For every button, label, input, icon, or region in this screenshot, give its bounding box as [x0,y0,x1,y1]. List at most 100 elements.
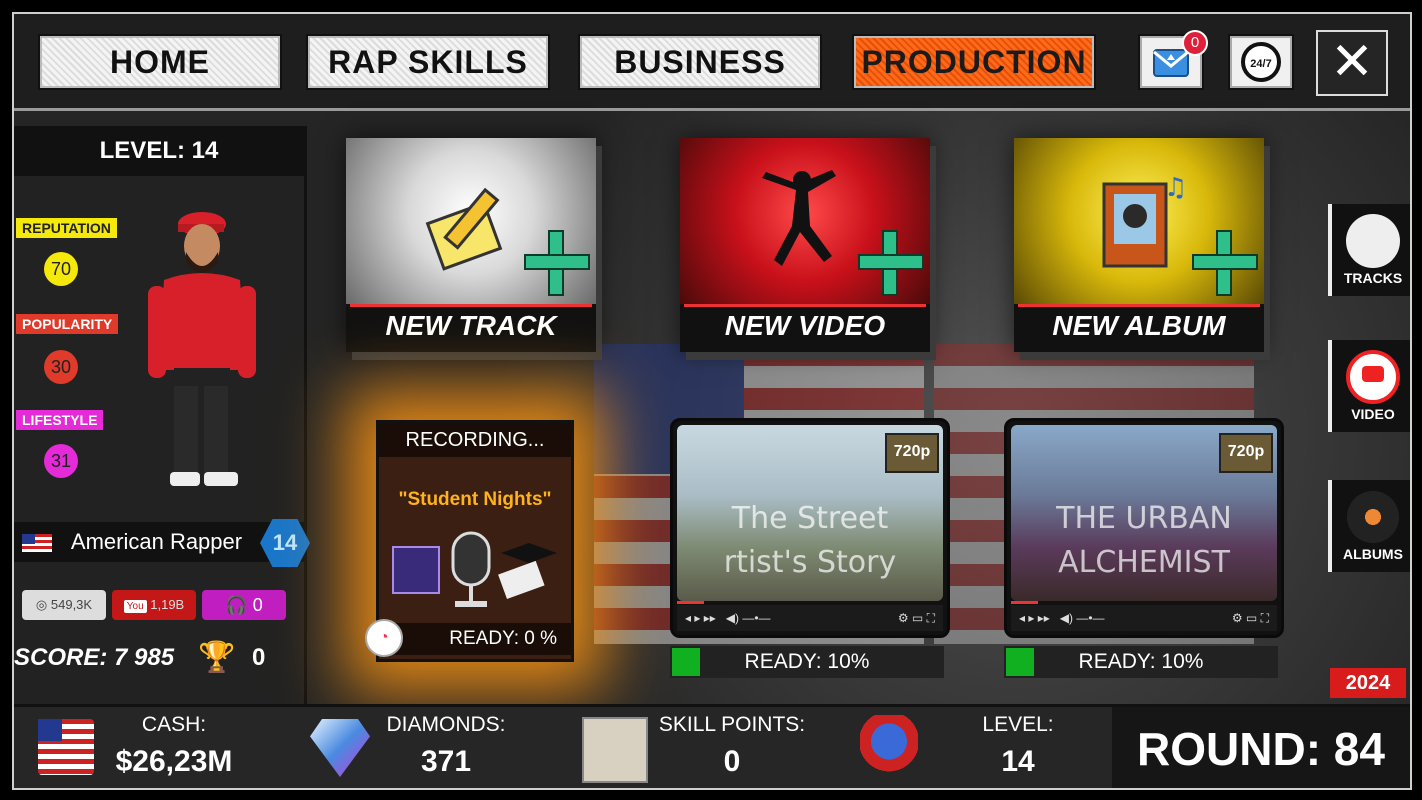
skill-points-cell: SKILL POINTS: 0 [562,707,841,788]
popularity-label: POPULARITY [16,314,119,334]
us-flag-icon [22,534,52,553]
youtube-play-icon [1346,350,1400,404]
score-text: SCORE: 7 985 [14,644,175,671]
ready-indicator [672,648,700,676]
clock-label: 24/7 [1250,58,1271,70]
video-1-title-line1: The Street [731,501,889,536]
add-icon [858,230,924,296]
mail-button[interactable]: 0 [1138,30,1208,90]
cash-cell: CASH: $26,23M [14,707,289,788]
divider [350,304,592,307]
video-1-controls[interactable]: ◂ ▸ ▸▸ ◀) —•— ⚙ ▭ ⛶ [677,605,943,631]
podcast-value: 0 [252,595,263,615]
rapper-name-bar: American Rapper [14,522,304,562]
level-cell: LEVEL: 14 [838,707,1115,788]
score-row: SCORE: 7 985 🏆 0 [14,638,304,678]
video-2-controls[interactable]: ◂ ▸ ▸▸ ◀) —•— ⚙ ▭ ⛶ [1011,605,1277,631]
popularity-value: 30 [44,350,78,384]
video-1-progress [677,601,704,604]
rap-character-icon [860,715,918,781]
video-2-title-line1: THE URBAN [1056,501,1232,536]
recording-status-icon: ◔ [365,619,403,657]
youtube-value: 1,19B [150,597,185,612]
video-2-progress [1011,601,1038,604]
round-counter: ROUND: 84 [1112,707,1410,788]
dancer-silhouette-icon [762,170,836,266]
skill-points-label: SKILL POINTS: [658,713,806,736]
video-1-settings-icon[interactable]: ⚙ ▭ ⛶ [898,605,943,631]
diamonds-value: 371 [420,745,472,778]
video-2-settings-icon[interactable]: ⚙ ▭ ⛶ [1232,605,1277,631]
studio-equipment-icon [392,531,557,607]
lifestyle-label: LIFESTYLE [16,410,104,430]
clock-247-button[interactable]: 24/7 [1228,34,1294,90]
player-level: LEVEL: 14 [14,126,304,176]
video-2-title: THE URBAN ALCHEMIST [1007,497,1281,585]
tab-business[interactable]: BUSINESS [578,34,822,90]
cash-value: $26,23M [115,745,233,778]
listeners-value: 549,3K [50,597,93,612]
ready-indicator [1006,648,1034,676]
side-video-label: VIDEO [1351,406,1395,422]
reputation-value: 70 [44,252,78,286]
trophy-count: 0 [252,644,266,671]
add-icon [1192,230,1258,296]
new-album-card[interactable]: ♫ NEW ALBUM [1014,138,1264,352]
video-1-title-line2: rtist's Story [723,545,897,580]
side-albums-button[interactable]: ALBUMS [1328,480,1410,572]
video-card-2[interactable]: 720p THE URBAN ALCHEMIST ◂ ▸ ▸▸ ◀) —•— ⚙… [1004,418,1284,638]
add-icon [524,230,590,296]
close-button[interactable]: ✕ [1316,30,1388,96]
tab-rap-skills[interactable]: RAP SKILLS [306,34,550,90]
video-2-ready-text: READY: 10% [1078,650,1204,673]
video-card-1[interactable]: 720p The Street rtist's Story ◂ ▸ ▸▸ ◀) … [670,418,950,638]
video-1-title: The Street rtist's Story [673,497,947,585]
divider [1018,304,1260,307]
recording-song-title: "Student Nights" [398,489,552,510]
new-track-label: NEW TRACK [385,310,557,341]
side-tracks-label: TRACKS [1343,270,1403,286]
headphones-icon: 🎧 [225,595,253,615]
divider [684,304,926,307]
skill-points-value: 0 [723,745,741,778]
pencil-notepad-icon [425,187,503,271]
disc-icon: ◎ [35,597,51,612]
recording-ready: READY: 0 % [379,623,571,655]
top-nav: HOME RAP SKILLS BUSINESS PRODUCTION 0 24… [14,14,1410,111]
game-frame: HOME RAP SKILLS BUSINESS PRODUCTION 0 24… [12,12,1412,790]
new-album-label: NEW ALBUM [1052,310,1226,341]
trophy-icon: 🏆 [198,641,236,674]
side-tracks-button[interactable]: TRACKS [1328,204,1410,296]
diamonds-cell: DIAMONDS: 371 [286,707,565,788]
video-2-quality: 720p [1219,433,1273,473]
new-video-label: NEW VIDEO [724,310,886,341]
video-1-quality: 720p [885,433,939,473]
new-track-card[interactable]: NEW TRACK [346,138,596,352]
rapper-avatar[interactable] [134,202,264,502]
new-video-card[interactable]: NEW VIDEO [680,138,930,352]
tab-production[interactable]: PRODUCTION [852,34,1096,90]
svg-text:♫: ♫ [1164,173,1184,203]
level-label: LEVEL: [982,713,1054,736]
listeners-counter[interactable]: ◎ 549,3K [22,590,106,620]
cash-label: CASH: [141,713,207,736]
recording-header: RECORDING... [379,423,571,457]
lifestyle-value: 31 [44,444,78,478]
vinyl-record-icon [1346,490,1400,544]
podcast-counter[interactable]: 🎧 0 [202,590,286,620]
video-2-title-line2: ALCHEMIST [1058,545,1230,580]
tab-home[interactable]: HOME [38,34,282,90]
recording-card[interactable]: RECORDING... "Student Nights" READY: 0 %… [365,420,574,662]
youtube-counter[interactable]: You 1,19B [112,590,196,620]
album-icon: ♫ [1102,173,1184,268]
diamonds-label: DIAMONDS: [386,713,506,736]
reputation-label: REPUTATION [16,218,117,238]
level-value: 14 [1001,745,1035,778]
bottom-stats-bar: CASH: $26,23M DIAMONDS: 371 SKILL POINTS… [14,704,1410,788]
rapper-name: American Rapper [70,529,243,554]
side-albums-label: ALBUMS [1343,546,1403,562]
video-1-ready-text: READY: 10% [744,650,870,673]
mail-count-badge: 0 [1182,30,1208,56]
side-video-button[interactable]: VIDEO [1328,340,1410,432]
video-1-ready: READY: 10% [670,646,944,678]
